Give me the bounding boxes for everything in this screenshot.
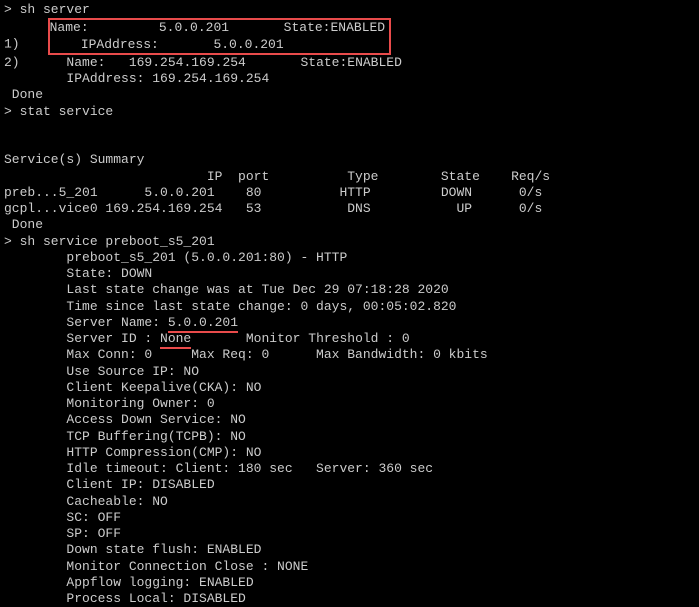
server-1-ip: 5.0.0.201 bbox=[213, 37, 283, 52]
detail-access-down: Access Down Service: NO bbox=[4, 412, 695, 428]
detail-state: State: DOWN bbox=[4, 266, 695, 282]
detail-process-local: Process Local: DISABLED bbox=[4, 591, 695, 607]
detail-monitor-owner: Monitoring Owner: 0 bbox=[4, 396, 695, 412]
detail-cmp: HTTP Compression(CMP): NO bbox=[4, 445, 695, 461]
detail-server-name: Server Name: 5.0.0.201 bbox=[4, 315, 695, 331]
detail-cacheable: Cacheable: NO bbox=[4, 494, 695, 510]
detail-name: preboot_s5_201 (5.0.0.201:80) - HTTP bbox=[4, 250, 695, 266]
service-header: IP port Type State Req/s bbox=[4, 169, 695, 185]
detail-idle-timeout: Idle timeout: Client: 180 sec Server: 36… bbox=[4, 461, 695, 477]
server-2-row: 2) Name: 169.254.169.254 State:ENABLED bbox=[4, 55, 695, 71]
server-1-ip-label: IPAddress: bbox=[81, 37, 159, 52]
service-row-1: preb...5_201 5.0.0.201 80 HTTP DOWN 0/s bbox=[4, 185, 695, 201]
server-1-name: 5.0.0.201 bbox=[159, 20, 229, 35]
done-1: Done bbox=[4, 87, 695, 103]
detail-sc: SC: OFF bbox=[4, 510, 695, 526]
detail-last-change: Last state change was at Tue Dec 29 07:1… bbox=[4, 282, 695, 298]
detail-server-name-label: Server Name: bbox=[4, 315, 168, 330]
detail-time-since: Time since last state change: 0 days, 00… bbox=[4, 299, 695, 315]
blank-1 bbox=[4, 120, 695, 136]
detail-server-id-label: Server ID : bbox=[4, 331, 160, 346]
detail-sp: SP: OFF bbox=[4, 526, 695, 542]
detail-max-conn: Max Conn: 0 Max Req: 0 Max Bandwidth: 0 … bbox=[4, 347, 695, 363]
cmd-sh-service[interactable]: > sh service preboot_s5_201 bbox=[4, 234, 695, 250]
detail-tcpb: TCP Buffering(TCPB): NO bbox=[4, 429, 695, 445]
blank-2 bbox=[4, 136, 695, 152]
service-row-2: gcpl...vice0 169.254.169.254 53 DNS UP 0… bbox=[4, 201, 695, 217]
server-1-name-label: Name: bbox=[50, 20, 89, 35]
server-1-row: 1) Name: 5.0.0.201 State:ENABLED IPAddres… bbox=[4, 18, 695, 55]
detail-cka: Client Keepalive(CKA): NO bbox=[4, 380, 695, 396]
done-2: Done bbox=[4, 217, 695, 233]
cmd-sh-server[interactable]: > sh server bbox=[4, 2, 695, 18]
detail-monitor-threshold: Monitor Threshold : 0 bbox=[191, 331, 409, 346]
server-1-highlight: Name: 5.0.0.201 State:ENABLED IPAddress:… bbox=[48, 18, 391, 55]
detail-client-ip: Client IP: DISABLED bbox=[4, 477, 695, 493]
detail-server-id: Server ID : None Monitor Threshold : 0 bbox=[4, 331, 695, 347]
server-2-line1: Name: 169.254.169.254 State:ENABLED bbox=[66, 55, 401, 70]
cmd-stat-service[interactable]: > stat service bbox=[4, 104, 695, 120]
detail-down-state-flush: Down state flush: ENABLED bbox=[4, 542, 695, 558]
service-summary-title: Service(s) Summary bbox=[4, 152, 695, 168]
server-2-ip-row: IPAddress: 169.254.169.254 bbox=[4, 71, 695, 87]
server-2-line2: IPAddress: 169.254.169.254 bbox=[66, 71, 269, 86]
server-2-index: 2) bbox=[4, 55, 20, 70]
server-1-state-label: State: bbox=[284, 20, 331, 35]
detail-use-source-ip: Use Source IP: NO bbox=[4, 364, 695, 380]
detail-monitor-conn-close: Monitor Connection Close : NONE bbox=[4, 559, 695, 575]
server-1-state: ENABLED bbox=[330, 20, 385, 35]
server-1-index: 1) bbox=[4, 37, 20, 52]
